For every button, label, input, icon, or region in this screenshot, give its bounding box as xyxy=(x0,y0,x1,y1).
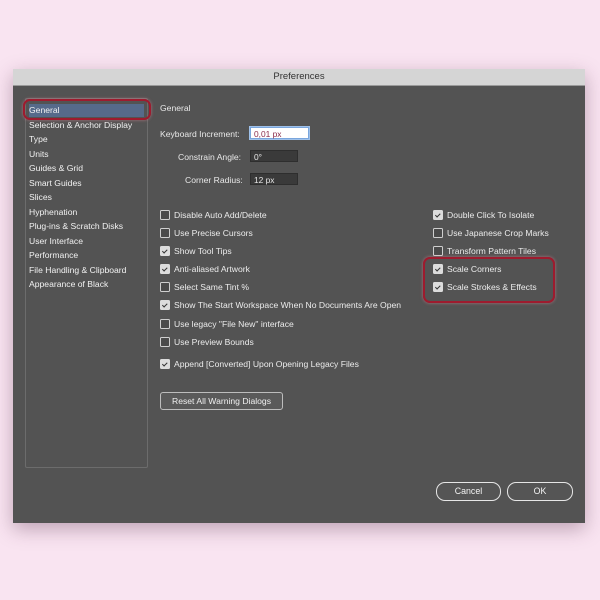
checkbox-unchecked[interactable] xyxy=(160,210,170,220)
option-label: Use Precise Cursors xyxy=(174,228,253,238)
option-label: Disable Auto Add/Delete xyxy=(174,210,267,220)
option-transform-pattern-tiles[interactable]: Transform Pattern Tiles xyxy=(433,245,536,257)
option-use-preview-bounds[interactable]: Use Preview Bounds xyxy=(160,336,254,348)
cancel-button[interactable]: Cancel xyxy=(436,482,501,501)
option-label: Transform Pattern Tiles xyxy=(447,246,536,256)
checkbox-checked[interactable] xyxy=(160,359,170,369)
sidebar-item-general[interactable]: General xyxy=(29,104,144,117)
checkbox-checked[interactable] xyxy=(160,300,170,310)
option-scale-strokes-effects[interactable]: Scale Strokes & Effects xyxy=(433,281,537,293)
sidebar-item-label: Type xyxy=(29,134,48,144)
sidebar-item-user-interface[interactable]: User Interface xyxy=(29,235,144,248)
corner-radius-field[interactable]: 12 px xyxy=(250,173,298,185)
sidebar-item-selection-anchor-display[interactable]: Selection & Anchor Display xyxy=(29,119,144,132)
sidebar-item-label: File Handling & Clipboard xyxy=(29,264,127,275)
sidebar-item-label: Slices xyxy=(29,192,52,202)
option-label: Use Preview Bounds xyxy=(174,337,254,347)
sidebar-item-slices[interactable]: Slices xyxy=(29,191,144,204)
option-label: Append [Converted] Upon Opening Legacy F… xyxy=(174,359,359,369)
sidebar-item-label: Units xyxy=(29,148,49,159)
sidebar-item-appearance-of-black[interactable]: Appearance of Black xyxy=(29,278,144,291)
option-label: Show Tool Tips xyxy=(174,246,232,256)
checkbox-checked[interactable] xyxy=(433,264,443,274)
sidebar-item-label: Plug-ins & Scratch Disks xyxy=(29,221,124,231)
option-label: Select Same Tint % xyxy=(174,282,249,292)
option-show-start-workspace[interactable]: Show The Start Workspace When No Documen… xyxy=(160,299,401,311)
option-use-precise-cursors[interactable]: Use Precise Cursors xyxy=(160,227,253,239)
option-label: Anti-aliased Artwork xyxy=(174,264,250,274)
sidebar-item-label: Smart Guides xyxy=(29,177,82,188)
sidebar-item-label: Appearance of Black xyxy=(29,279,109,289)
sidebar-item-label: Selection & Anchor Display xyxy=(29,119,133,130)
sidebar-item-type[interactable]: Type xyxy=(29,133,144,146)
preferences-dialog: Preferences General Selection & Anchor D… xyxy=(13,69,585,523)
sidebar-item-label: User Interface xyxy=(29,235,83,246)
option-double-click-to-isolate[interactable]: Double Click To Isolate xyxy=(433,209,534,221)
option-use-legacy-file-new[interactable]: Use legacy "File New" interface xyxy=(160,318,294,330)
option-label: Use legacy "File New" interface xyxy=(174,319,294,329)
option-append-converted[interactable]: Append [Converted] Upon Opening Legacy F… xyxy=(160,358,359,370)
checkbox-unchecked[interactable] xyxy=(160,319,170,329)
constrain-angle-field[interactable]: 0° xyxy=(250,150,298,162)
sidebar-item-hyphenation[interactable]: Hyphenation xyxy=(29,206,144,219)
option-label: Scale Strokes & Effects xyxy=(447,282,537,292)
sidebar-item-performance[interactable]: Performance xyxy=(29,249,144,262)
option-anti-aliased-artwork[interactable]: Anti-aliased Artwork xyxy=(160,263,250,275)
sidebar-item-smart-guides[interactable]: Smart Guides xyxy=(29,177,144,190)
option-label: Use Japanese Crop Marks xyxy=(447,228,549,238)
sidebar-item-label: Hyphenation xyxy=(29,206,78,217)
sidebar-item-guides-grid[interactable]: Guides & Grid xyxy=(29,162,144,175)
checkbox-unchecked[interactable] xyxy=(160,337,170,347)
keyboard-increment-label: Keyboard Increment: xyxy=(160,129,240,139)
constrain-angle-label: Constrain Angle: xyxy=(178,152,242,162)
sidebar-item-units[interactable]: Units xyxy=(29,148,144,161)
checkbox-checked[interactable] xyxy=(433,210,443,220)
reset-warning-dialogs-button[interactable]: Reset All Warning Dialogs xyxy=(160,392,283,410)
checkbox-unchecked[interactable] xyxy=(433,246,443,256)
checkbox-checked[interactable] xyxy=(160,264,170,274)
corner-radius-label: Corner Radius: xyxy=(185,175,243,185)
sidebar-item-label: Performance xyxy=(29,250,79,260)
option-select-same-tint[interactable]: Select Same Tint % xyxy=(160,281,249,293)
dialog-title: Preferences xyxy=(13,69,585,86)
option-disable-auto-add-delete[interactable]: Disable Auto Add/Delete xyxy=(160,209,267,221)
option-label: Scale Corners xyxy=(447,264,502,274)
option-show-tool-tips[interactable]: Show Tool Tips xyxy=(160,245,232,257)
sidebar-item-label: General xyxy=(29,105,60,115)
checkbox-checked[interactable] xyxy=(160,246,170,256)
sidebar-item-label: Guides & Grid xyxy=(29,163,83,173)
checkbox-unchecked[interactable] xyxy=(160,282,170,292)
option-label: Show The Start Workspace When No Documen… xyxy=(174,300,402,310)
panel-heading: General xyxy=(160,103,191,113)
sidebar-item-plugins-scratch-disks[interactable]: Plug-ins & Scratch Disks xyxy=(29,220,144,233)
preferences-sidebar: General Selection & Anchor Display Type … xyxy=(25,98,148,468)
sidebar-item-file-handling-clipboard[interactable]: File Handling & Clipboard xyxy=(29,264,144,277)
ok-button[interactable]: OK xyxy=(507,482,573,501)
option-use-japanese-crop-marks[interactable]: Use Japanese Crop Marks xyxy=(433,227,549,239)
keyboard-increment-field[interactable]: 0,01 px xyxy=(250,127,309,139)
option-scale-corners[interactable]: Scale Corners xyxy=(433,263,501,275)
checkbox-unchecked[interactable] xyxy=(433,228,443,238)
checkbox-unchecked[interactable] xyxy=(160,228,170,238)
checkbox-checked[interactable] xyxy=(433,282,443,292)
option-label: Double Click To Isolate xyxy=(447,210,535,220)
